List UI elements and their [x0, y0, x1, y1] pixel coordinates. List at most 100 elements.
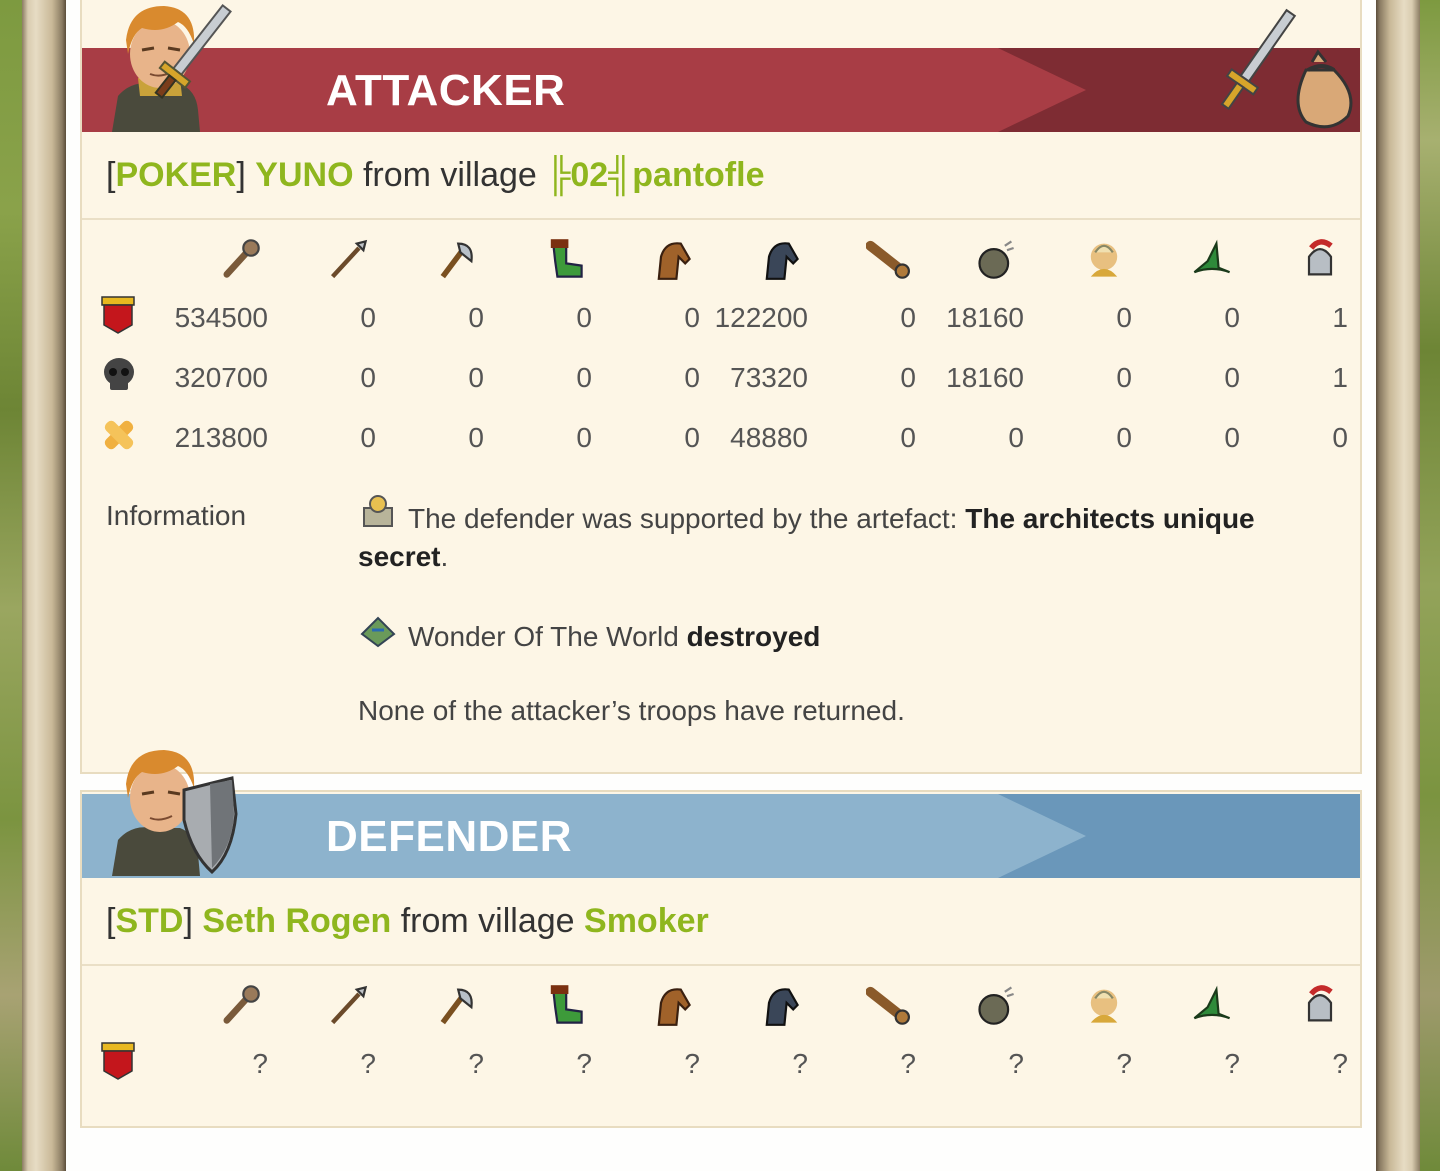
cell: 0 [468, 302, 484, 333]
skull-icon [104, 357, 134, 390]
horse-icon [657, 242, 691, 280]
hero-helmet-icon [1307, 239, 1333, 276]
artefact-info: The defender was supported by the artefa… [358, 494, 1338, 576]
defender-portrait-icon [112, 750, 238, 876]
spear-icon [330, 239, 368, 279]
scout-boot-icon [550, 239, 583, 278]
cell: ? [1008, 1048, 1024, 1079]
axe-icon [440, 242, 473, 279]
attacker-title: ATTACKER [326, 66, 566, 115]
catapult-icon [978, 240, 1014, 279]
sword-and-loot-bag-icon [1220, 8, 1353, 129]
defender-from-text: from village [400, 902, 575, 940]
cell: 0 [1008, 422, 1024, 453]
cell: ? [1332, 1048, 1348, 1079]
defender-alliance-link[interactable]: STD [115, 902, 183, 940]
chief-icon [1090, 243, 1118, 277]
cell: 48880 [730, 422, 808, 453]
catapult-icon [978, 986, 1014, 1025]
troops-wounded-row: 213800 0 0 0 0 48880 0 0 0 0 0 [94, 408, 1348, 468]
troops-sent-icon [101, 1041, 135, 1080]
cell: 0 [468, 422, 484, 453]
wonder-of-the-world-icon [360, 616, 396, 648]
attacker-player-line: [POKER] YUNO from village ╠02╣pantofle [106, 156, 765, 194]
cell: 0 [900, 362, 916, 393]
attacker-portrait-icon [112, 3, 232, 132]
settler-hat-icon [1193, 239, 1231, 274]
axe-icon [440, 988, 473, 1025]
spear-icon [330, 985, 368, 1025]
defender-village-link[interactable]: Smoker [584, 902, 709, 940]
cell: ? [468, 1048, 484, 1079]
ram-icon [866, 986, 910, 1025]
scout-boot-icon [550, 985, 583, 1024]
defender-player-link[interactable]: Seth Rogen [202, 902, 391, 940]
defender-troop-table: ? ? ? ? ? ? ? ? ? ? ? [94, 976, 1348, 1094]
information-block: The defender was supported by the artefa… [358, 494, 1338, 766]
cell: ? [1116, 1048, 1132, 1079]
attacker-player-link[interactable]: YUNO [255, 156, 353, 194]
cell: 0 [900, 302, 916, 333]
wonder-info: Wonder Of The World destroyed [358, 612, 1338, 656]
frame-left [22, 0, 66, 1171]
troops-sent-icon [101, 295, 135, 334]
cell: 0 [576, 422, 592, 453]
returned-info: None of the attacker’s troops have retur… [358, 695, 905, 726]
chief-icon [1090, 989, 1118, 1023]
cell: 0 [576, 302, 592, 333]
cell: 0 [684, 422, 700, 453]
attacker-banner: ATTACKER [82, 48, 1360, 132]
ram-icon [866, 240, 910, 279]
cell: 213800 [174, 422, 268, 453]
settler-hat-icon [1193, 985, 1231, 1020]
horse-icon [657, 988, 691, 1026]
troops-dead-row: 320700 0 0 0 0 73320 0 18160 0 0 1 [94, 348, 1348, 408]
frame-right [1376, 0, 1420, 1171]
attacker-alliance-link[interactable]: POKER [115, 156, 236, 194]
information-label: Information [106, 500, 247, 531]
unit-icon-row [94, 976, 1348, 1034]
cell: 18160 [946, 362, 1024, 393]
club-icon [223, 239, 260, 278]
cell: 320700 [174, 362, 268, 393]
cell: 0 [684, 302, 700, 333]
cell: ? [684, 1048, 700, 1079]
cell: 1 [1332, 302, 1348, 333]
club-icon [223, 985, 260, 1024]
cell: 0 [1116, 302, 1132, 333]
dark-horse-icon [765, 988, 799, 1026]
cell: 0 [1224, 302, 1240, 333]
cell: ? [900, 1048, 916, 1079]
bandage-icon [104, 420, 134, 449]
cell: 0 [1332, 422, 1348, 453]
cell: 0 [900, 422, 916, 453]
wonder-status: destroyed [686, 621, 821, 652]
cell: 18160 [946, 302, 1024, 333]
cell: 0 [360, 422, 376, 453]
cell: ? [576, 1048, 592, 1079]
cell: 0 [360, 362, 376, 393]
cell: 0 [360, 302, 376, 333]
cell: 1 [1332, 362, 1348, 393]
cell: ? [252, 1048, 268, 1079]
attacker-from-text: from village [362, 156, 537, 194]
cell: ? [360, 1048, 376, 1079]
cell: 0 [576, 362, 592, 393]
cell: 0 [468, 362, 484, 393]
defender-player-line: [STD] Seth Rogen from village Smoker [106, 902, 709, 940]
troops-sent-row: 534500 0 0 0 0 122200 0 18160 0 0 1 [94, 288, 1348, 348]
cell: 73320 [730, 362, 808, 393]
defender-banner: DEFENDER [82, 794, 1360, 878]
dark-horse-icon [765, 242, 799, 280]
artefact-icon [363, 495, 393, 527]
attacker-troop-table: 534500 0 0 0 0 122200 0 18160 0 0 1 3207… [94, 230, 1348, 468]
unit-icon-row [94, 230, 1348, 288]
cell: 0 [1116, 362, 1132, 393]
attacker-village-link[interactable]: ╠02╣pantofle [546, 156, 764, 194]
cell: 0 [1224, 422, 1240, 453]
cell: ? [1224, 1048, 1240, 1079]
attacker-section: ATTACKER [POKER] YUNO from village ╠02╣p… [80, 0, 1362, 774]
cell: ? [792, 1048, 808, 1079]
defender-section: DEFENDER [STD] Seth Rogen from village S… [80, 750, 1362, 1128]
cell: 0 [684, 362, 700, 393]
